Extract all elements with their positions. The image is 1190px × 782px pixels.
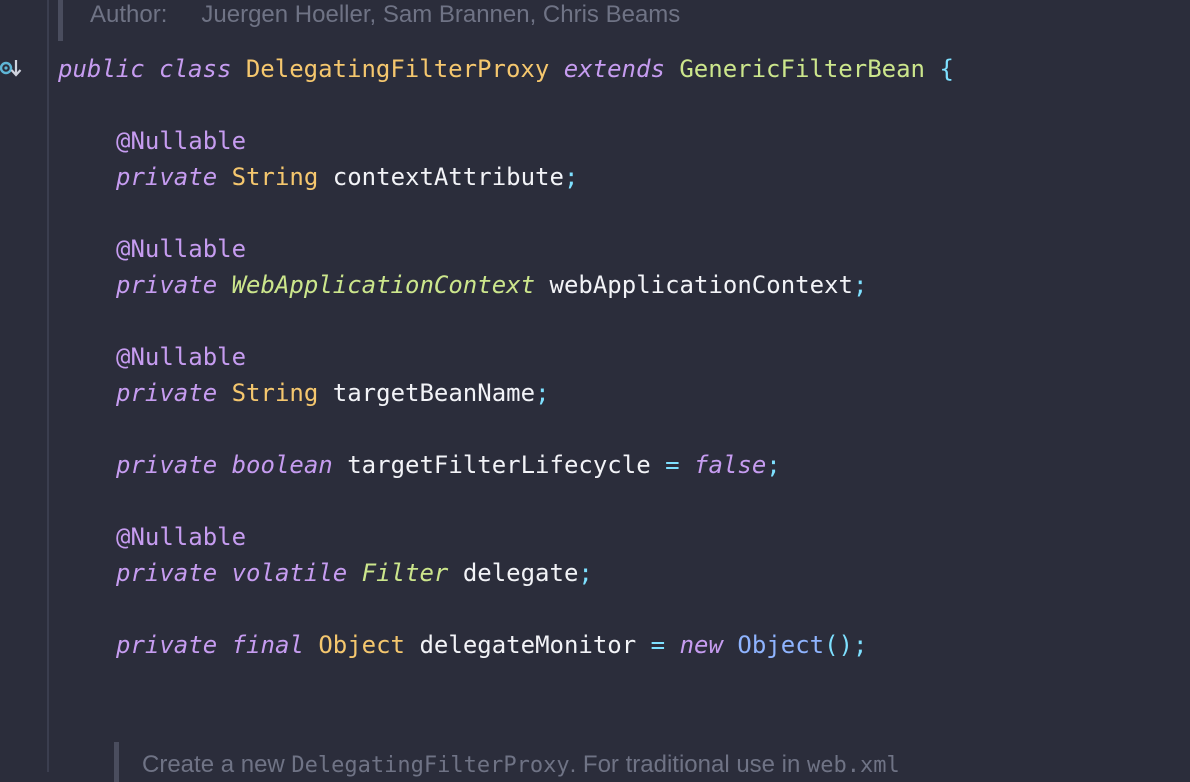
keyword-public: public <box>58 55 145 83</box>
annotation-line[interactable]: @Nullable <box>116 124 246 158</box>
class-name[interactable]: DelegatingFilterProxy <box>246 55 549 83</box>
doc-text: . For traditional use in <box>569 751 808 778</box>
semicolon: ; <box>852 271 868 299</box>
field-name: delegate <box>462 559 579 587</box>
keyword-private: private <box>116 271 218 299</box>
annotation-nullable: @Nullable <box>116 343 247 371</box>
field-type: WebApplicationContext <box>231 271 536 299</box>
field-name: targetFilterLifecycle <box>347 451 651 479</box>
constructor-call: Object <box>737 631 825 659</box>
javadoc-bar <box>114 742 119 782</box>
class-declaration-line[interactable]: public class DelegatingFilterProxy exten… <box>58 52 954 86</box>
keyword-extends: extends <box>563 55 665 83</box>
keyword-new: new <box>679 631 723 659</box>
doc-code: web.xml <box>807 753 900 778</box>
doc-text: Create a new <box>142 751 292 778</box>
doc-code: DelegatingFilterProxy <box>291 753 570 778</box>
field-name: delegateMonitor <box>419 631 637 659</box>
field-delegate[interactable]: private volatile Filter delegate; <box>116 556 593 590</box>
semicolon: ; <box>766 451 781 479</box>
assign-operator: = <box>665 451 680 479</box>
assign-operator: = <box>650 631 666 659</box>
semicolon: ; <box>578 559 593 587</box>
semicolon: ; <box>853 631 868 659</box>
field-type: String <box>231 163 319 191</box>
call-parens: () <box>824 631 853 659</box>
annotation-nullable: @Nullable <box>116 235 247 263</box>
author-label: Author: <box>90 1 168 28</box>
keyword-boolean: boolean <box>231 451 333 479</box>
keyword-final: final <box>231 631 304 659</box>
literal-false: false <box>694 451 767 479</box>
annotation-line[interactable]: @Nullable <box>116 520 246 554</box>
field-name: webApplicationContext <box>549 271 853 299</box>
field-name: contextAttribute <box>332 163 564 191</box>
author-names: Juergen Hoeller, Sam Brannen, Chris Beam… <box>201 1 681 28</box>
field-type: Filter <box>361 559 449 587</box>
semicolon: ; <box>563 163 579 191</box>
field-delegate-monitor[interactable]: private final Object delegateMonitor = n… <box>116 628 867 662</box>
annotation-line[interactable]: @Nullable <box>116 340 246 374</box>
field-type: Object <box>318 631 406 659</box>
annotation-line[interactable]: @Nullable <box>116 232 246 266</box>
field-name: targetBeanName <box>332 379 536 407</box>
keyword-private: private <box>116 379 218 407</box>
javadoc-bar <box>58 0 63 41</box>
field-web-application-context[interactable]: private WebApplicationContext webApplica… <box>116 268 867 302</box>
field-target-bean-name[interactable]: private String targetBeanName; <box>116 376 550 410</box>
keyword-private: private <box>116 451 218 479</box>
field-type: String <box>231 379 319 407</box>
field-context-attribute[interactable]: private String contextAttribute; <box>116 160 578 194</box>
annotation-nullable: @Nullable <box>116 127 247 155</box>
javadoc-constructor-comment: Create a new DelegatingFilterProxy. For … <box>142 750 900 780</box>
keyword-class: class <box>159 55 232 83</box>
semicolon: ; <box>535 379 550 407</box>
keyword-volatile: volatile <box>231 559 348 587</box>
keyword-private: private <box>116 163 218 191</box>
keyword-private: private <box>116 631 218 659</box>
superclass-name[interactable]: GenericFilterBean <box>679 55 925 83</box>
annotation-nullable: @Nullable <box>116 523 247 551</box>
editor-gutter-divider <box>47 0 49 772</box>
field-target-filter-lifecycle[interactable]: private boolean targetFilterLifecycle = … <box>116 448 781 482</box>
override-down-arrow-icon[interactable] <box>0 56 26 82</box>
open-brace: { <box>939 55 954 83</box>
keyword-private: private <box>116 559 218 587</box>
javadoc-author: Author: Juergen Hoeller, Sam Brannen, Chr… <box>90 0 680 30</box>
